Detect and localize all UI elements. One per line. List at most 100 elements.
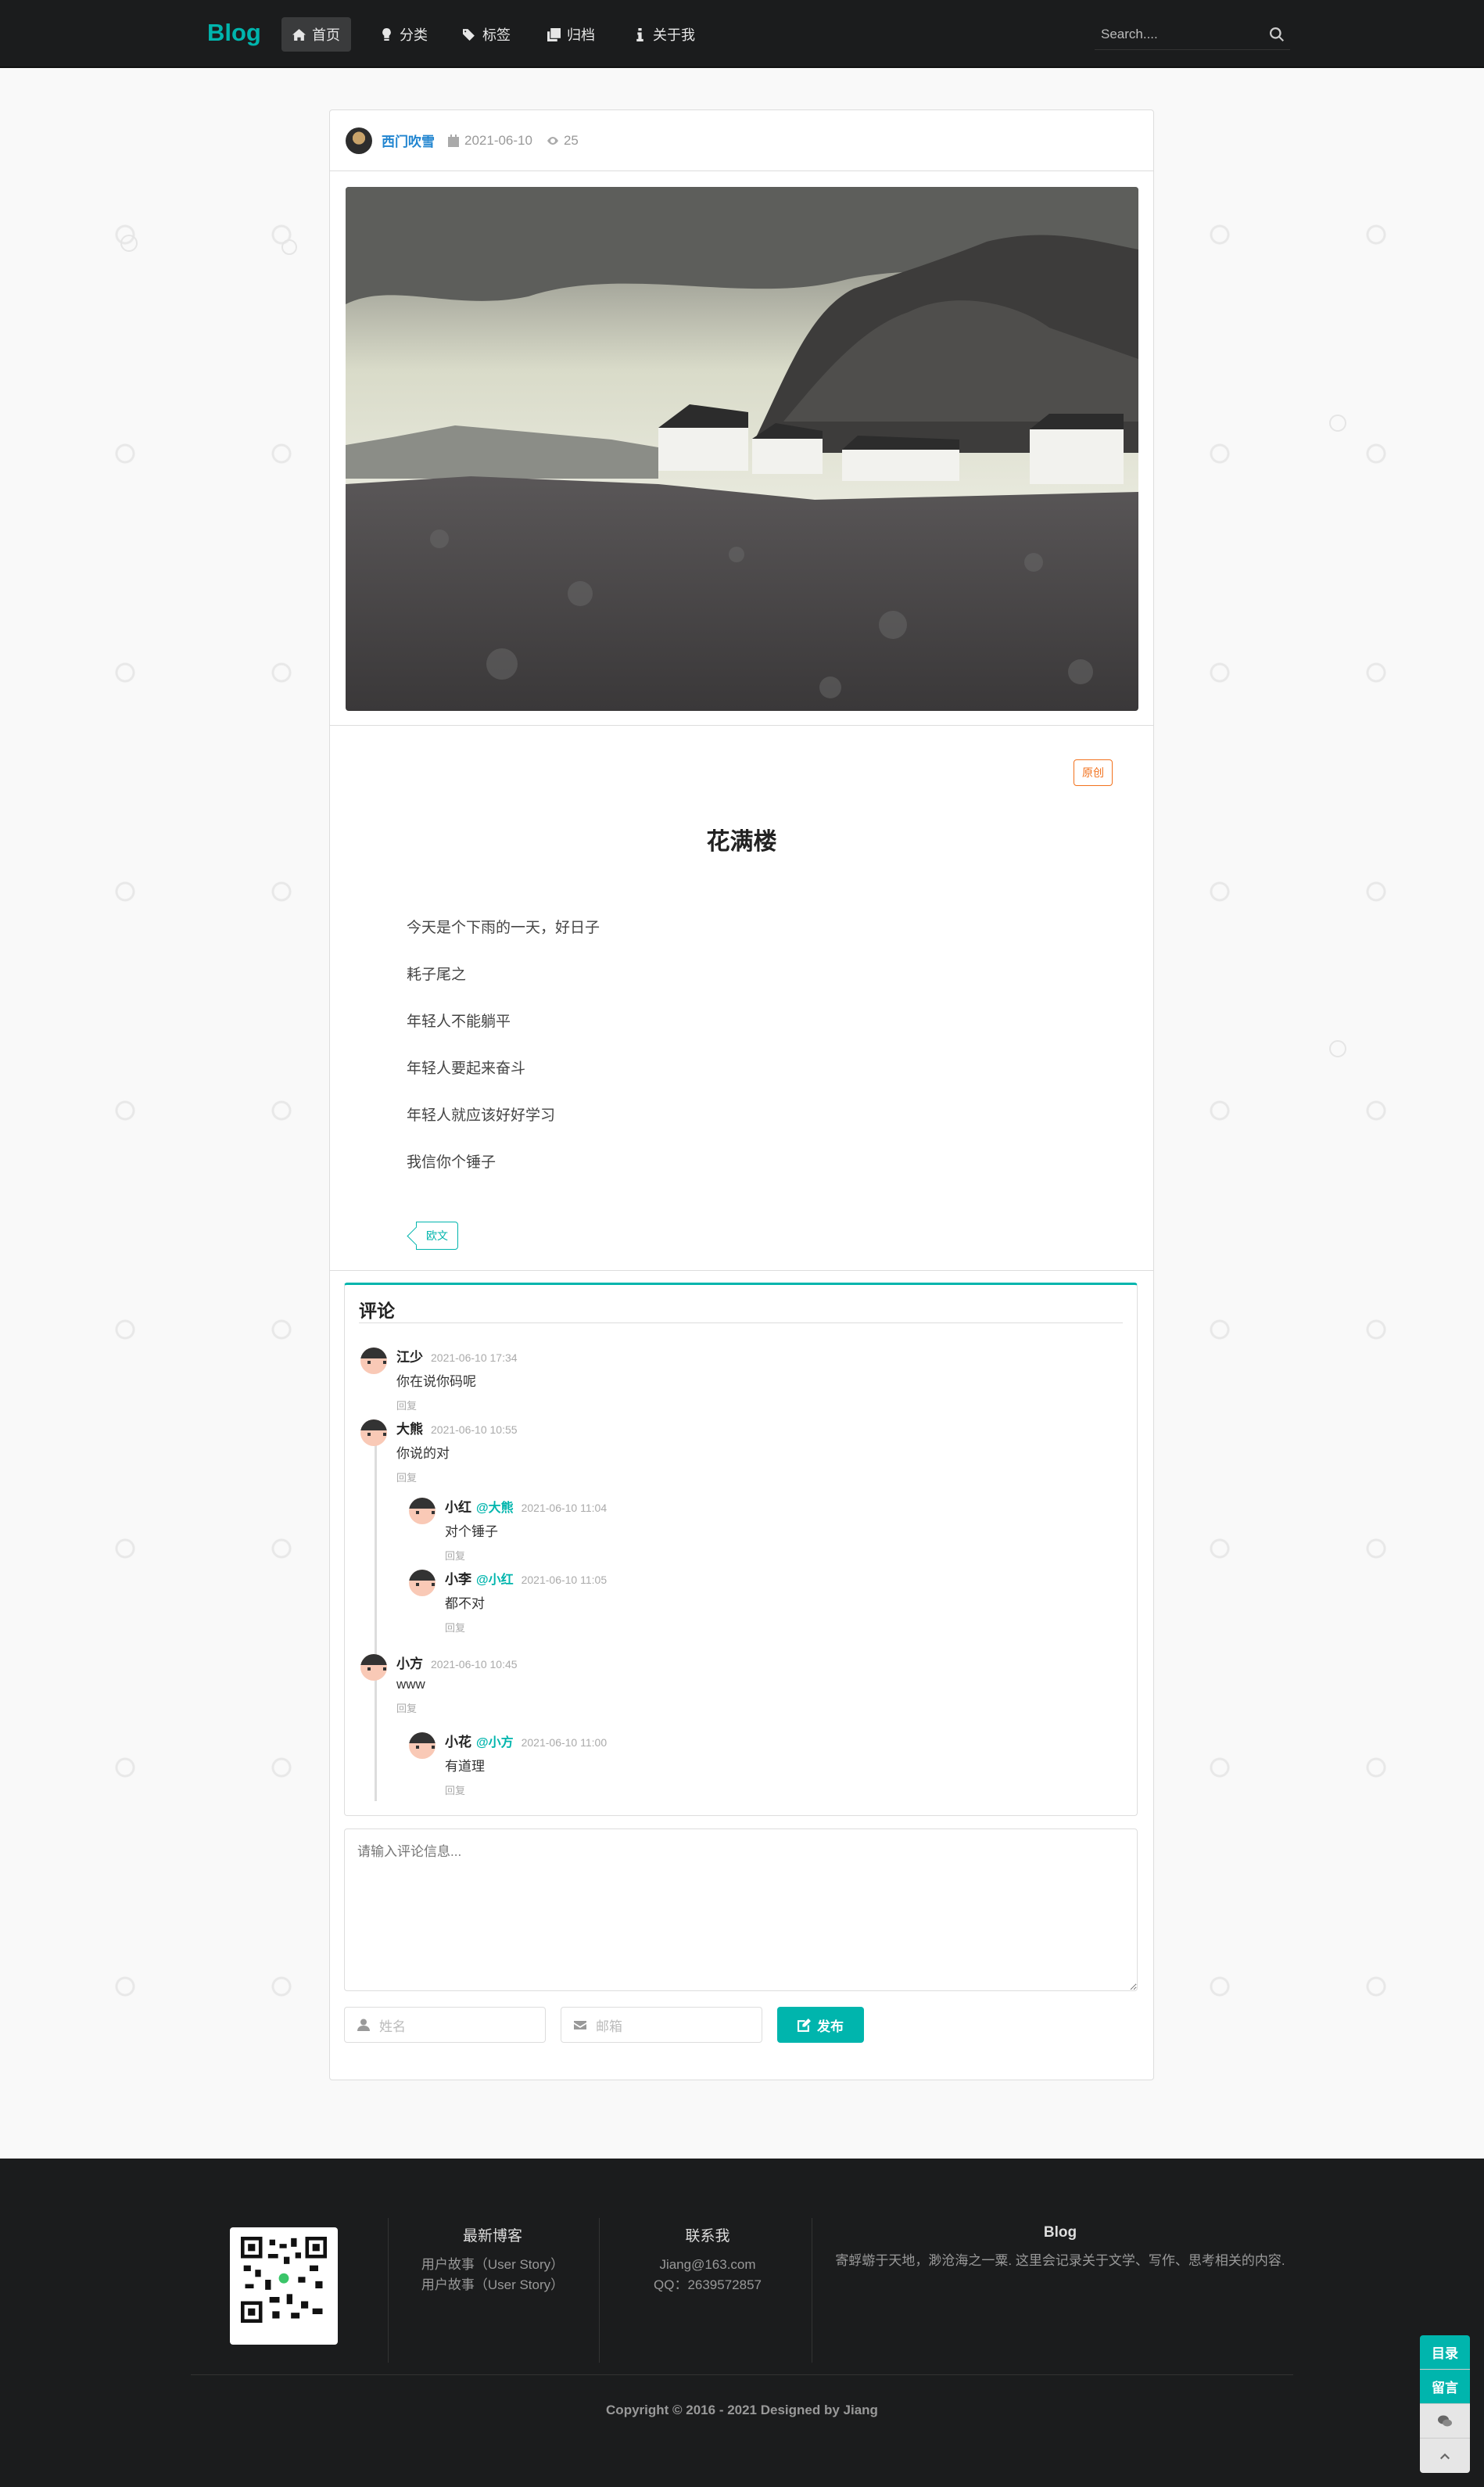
email-field[interactable]: 邮箱 bbox=[561, 2007, 762, 2043]
reply-item: 小花 @小方 2021-06-10 11:00 有道理 回复 bbox=[409, 1731, 607, 1797]
contact-title: 联系我 bbox=[685, 2228, 730, 2245]
search-input[interactable] bbox=[1101, 26, 1249, 42]
name-placeholder: 姓名 bbox=[379, 2019, 406, 2034]
brand-logo[interactable]: Blog bbox=[207, 19, 261, 47]
background-pattern bbox=[120, 235, 138, 252]
contact-qq: QQ：2639572857 bbox=[654, 2277, 762, 2292]
comment-date: 2021-06-10 10:45 bbox=[431, 1658, 518, 1671]
blog-about: Blog 寄蜉蝣于天地，渺沧海之一粟. 这里会记录关于文学、写作、思考相关的内容… bbox=[826, 2224, 1295, 2271]
comments-panel: 评论 江少 2021-06-10 17:34 你在说你码呢 回复 大熊 2021-0… bbox=[344, 1283, 1138, 1816]
comment-text: 都不对 bbox=[445, 1596, 485, 1611]
reply-target[interactable]: @小方 bbox=[476, 1736, 514, 1750]
reply-link[interactable]: 回复 bbox=[396, 1470, 518, 1484]
comment-text: 有道理 bbox=[445, 1759, 485, 1774]
message-button[interactable]: 留言 bbox=[1420, 2370, 1470, 2404]
comment-text: 对个锤子 bbox=[445, 1524, 498, 1539]
nav-item-category[interactable]: 分类 bbox=[369, 17, 439, 52]
comment-text: 你说的对 bbox=[396, 1446, 450, 1461]
nav-item-label: 分类 bbox=[400, 27, 428, 43]
nav-item-about[interactable]: 关于我 bbox=[622, 17, 706, 52]
background-pattern bbox=[1329, 1040, 1346, 1057]
reply-link[interactable]: 回复 bbox=[445, 1782, 607, 1797]
edit-icon bbox=[798, 2018, 811, 2032]
publish-button[interactable]: 发布 bbox=[777, 2007, 864, 2043]
post-card-lower: 评论 江少 2021-06-10 17:34 你在说你码呢 回复 大熊 2021-0… bbox=[329, 109, 1154, 2080]
divider bbox=[599, 2218, 600, 2363]
user-avatar[interactable] bbox=[409, 1498, 436, 1524]
mail-icon bbox=[574, 2021, 586, 2029]
reply-link[interactable]: 回复 bbox=[396, 1700, 518, 1715]
name-field[interactable]: 姓名 bbox=[344, 2007, 546, 2043]
footer-blog-title: Blog bbox=[1043, 2224, 1077, 2241]
publish-label: 发布 bbox=[817, 2019, 844, 2034]
clone-icon bbox=[547, 27, 561, 41]
nav-item-label: 标签 bbox=[482, 27, 511, 43]
side-toolbar: 目录 留言 bbox=[1420, 2335, 1470, 2473]
comment-date: 2021-06-10 11:04 bbox=[521, 1502, 608, 1514]
site-footer: 最新博客 用户故事（User Story） 用户故事（User Story） 联… bbox=[0, 2159, 1484, 2487]
reply-link[interactable]: 回复 bbox=[445, 1620, 607, 1635]
info-icon bbox=[636, 27, 643, 41]
comment-author[interactable]: 小李 bbox=[445, 1572, 471, 1587]
back-to-top-button[interactable] bbox=[1420, 2439, 1470, 2473]
copyright: Copyright © 2016 - 2021 Designed by Jian… bbox=[606, 2403, 878, 2417]
chevron-up-icon bbox=[1440, 2453, 1450, 2460]
search-box bbox=[1095, 19, 1290, 50]
comment-date: 2021-06-10 11:05 bbox=[521, 1574, 608, 1586]
idea-icon bbox=[382, 27, 391, 41]
nav-item-label: 关于我 bbox=[653, 27, 695, 43]
comment-author[interactable]: 江少 bbox=[396, 1350, 423, 1365]
latest-link[interactable]: 用户故事（User Story） bbox=[414, 2275, 571, 2295]
wechat-button[interactable] bbox=[1420, 2404, 1470, 2439]
latest-link[interactable]: 用户故事（User Story） bbox=[414, 2255, 571, 2275]
comment-item: 江少 2021-06-10 17:34 你在说你码呢 回复 bbox=[360, 1346, 518, 1412]
reply-item: 小李 @小红 2021-06-10 11:05 都不对 回复 bbox=[409, 1568, 607, 1635]
tags-icon bbox=[463, 28, 475, 41]
qr-code-image bbox=[241, 2237, 327, 2323]
wechat-icon bbox=[1438, 2415, 1452, 2426]
latest-posts: 最新博客 用户故事（User Story） 用户故事（User Story） bbox=[414, 2224, 571, 2295]
nav-item-label: 归档 bbox=[567, 27, 595, 43]
reply-link[interactable]: 回复 bbox=[396, 1398, 518, 1412]
email-placeholder: 邮箱 bbox=[596, 2019, 622, 2034]
comment-item: 大熊 2021-06-10 10:55 你说的对 回复 bbox=[360, 1418, 518, 1484]
toc-button[interactable]: 目录 bbox=[1420, 2335, 1470, 2370]
user-icon bbox=[357, 2019, 370, 2031]
comment-author[interactable]: 大熊 bbox=[396, 1422, 423, 1437]
comment-date: 2021-06-10 10:55 bbox=[431, 1423, 518, 1436]
blog-description: 寄蜉蝣于天地，渺沧海之一粟. 这里会记录关于文学、写作、思考相关的内容. bbox=[835, 2253, 1285, 2268]
divider bbox=[329, 1270, 1154, 1271]
comment-date: 2021-06-10 17:34 bbox=[431, 1351, 518, 1364]
nav-item-label: 首页 bbox=[312, 27, 340, 43]
divider bbox=[191, 2374, 1293, 2375]
latest-title: 最新博客 bbox=[462, 2228, 522, 2245]
search-icon[interactable] bbox=[1270, 27, 1284, 41]
user-avatar[interactable] bbox=[360, 1654, 387, 1681]
user-avatar[interactable] bbox=[409, 1570, 436, 1596]
comment-date: 2021-06-10 11:00 bbox=[521, 1736, 608, 1749]
comment-textarea[interactable] bbox=[344, 1828, 1138, 1991]
background-pattern bbox=[1329, 414, 1346, 432]
reply-item: 小红 @大熊 2021-06-10 11:04 对个锤子 回复 bbox=[409, 1496, 607, 1563]
nav-item-tags[interactable]: 标签 bbox=[452, 17, 522, 52]
divider bbox=[388, 2218, 389, 2363]
wechat-qr-code bbox=[230, 2227, 338, 2345]
nav-item-home[interactable]: 首页 bbox=[281, 17, 351, 52]
top-navbar: Blog 首页 分类 标签 归档 关于我 bbox=[0, 0, 1484, 68]
contact-email: Jiang@163.com bbox=[659, 2257, 756, 2272]
reply-target[interactable]: @小红 bbox=[476, 1574, 514, 1587]
comment-item: 小方 2021-06-10 10:45 www 回复 bbox=[360, 1653, 518, 1715]
background-pattern bbox=[281, 239, 297, 255]
comment-author[interactable]: 小红 bbox=[445, 1500, 471, 1515]
reply-target[interactable]: @大熊 bbox=[476, 1502, 514, 1515]
contact-section: 联系我 Jiang@163.com QQ：2639572857 bbox=[626, 2224, 790, 2295]
nav-item-archive[interactable]: 归档 bbox=[536, 17, 606, 52]
user-avatar[interactable] bbox=[360, 1419, 387, 1446]
comment-author[interactable]: 小花 bbox=[445, 1735, 471, 1750]
home-icon bbox=[292, 28, 306, 41]
user-avatar[interactable] bbox=[409, 1732, 436, 1759]
divider bbox=[359, 1322, 1123, 1323]
comment-author[interactable]: 小方 bbox=[396, 1656, 423, 1671]
reply-link[interactable]: 回复 bbox=[445, 1548, 607, 1563]
user-avatar[interactable] bbox=[360, 1348, 387, 1374]
